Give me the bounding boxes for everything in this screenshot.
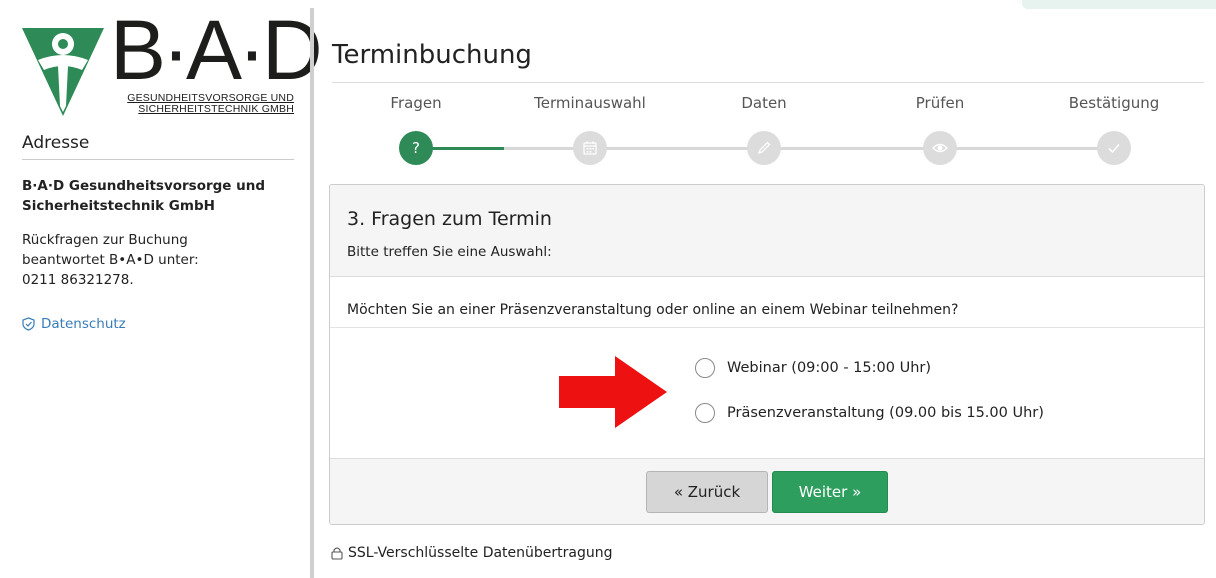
logo-subtitle-line-2: SICHERHEITSTECHNIK GMBH [138, 103, 294, 115]
step-circle-terminauswahl [573, 131, 607, 165]
question-divider [330, 327, 1204, 328]
step-label-terminauswahl: Terminauswahl [534, 94, 646, 112]
questions-panel: 3. Fragen zum Termin Bitte treffen Sie e… [329, 184, 1205, 525]
panel-subtitle: Bitte treffen Sie eine Auswahl: [347, 244, 552, 260]
ssl-notice: SSL-Verschlüsselte Datenübertragung [331, 545, 613, 561]
privacy-link[interactable]: Datenschutz [22, 316, 126, 332]
sidebar: B·A·D GESUNDHEITSVORSORGE UND SICHERHEIT… [0, 0, 323, 578]
next-button[interactable]: Weiter » [772, 471, 888, 513]
top-right-tab [1022, 0, 1216, 9]
lock-icon [331, 547, 343, 560]
title-divider [332, 82, 1204, 83]
panel-title: 3. Fragen zum Termin [347, 208, 552, 230]
option-praesenz[interactable]: Präsenzveranstaltung (09.00 bis 15.00 Uh… [695, 403, 1044, 423]
radio-webinar[interactable] [695, 358, 715, 378]
step-circle-fragen: ? [399, 131, 433, 165]
logo-subtitle: GESUNDHEITSVORSORGE UND SICHERHEITSTECHN… [110, 93, 294, 115]
shield-check-icon [22, 317, 35, 331]
question-text: Möchten Sie an einer Präsenzveranstaltun… [347, 302, 959, 318]
contact-line-2: beantwortet B•A•D unter: [22, 252, 199, 268]
contact-phone: 0211 86321278. [22, 272, 134, 288]
contact-info: Rückfragen zur Buchung beantwortet B•A•D… [22, 230, 294, 290]
step-circle-pruefen [923, 131, 957, 165]
company-name-line-2: Sicherheitstechnik GmbH [22, 198, 215, 214]
pencil-icon [757, 141, 771, 155]
vertical-divider [310, 8, 314, 578]
question-icon: ? [412, 139, 420, 157]
step-label-daten: Daten [741, 94, 787, 112]
company-name: B·A·D Gesundheitsvorsorge und Sicherheit… [22, 176, 294, 216]
privacy-link-label[interactable]: Datenschutz [41, 316, 126, 332]
option-praesenz-label[interactable]: Präsenzveranstaltung (09.00 bis 15.00 Uh… [727, 405, 1044, 421]
step-label-bestaetigung: Bestätigung [1068, 94, 1160, 112]
ssl-notice-text: SSL-Verschlüsselte Datenübertragung [348, 545, 613, 561]
red-arrow-annotation-icon [559, 356, 667, 428]
step-label-fragen: Fragen [390, 94, 442, 112]
page-title: Terminbuchung [332, 40, 532, 70]
logo-wordmark: B·A·D [110, 3, 323, 97]
option-webinar[interactable]: Webinar (09:00 - 15:00 Uhr) [695, 358, 931, 378]
step-circle-daten [747, 131, 781, 165]
panel-header: 3. Fragen zum Termin Bitte treffen Sie e… [330, 185, 1204, 277]
panel-footer: « Zurück Weiter » [330, 458, 1204, 524]
step-circle-bestaetigung [1097, 131, 1131, 165]
bad-logo-mark-icon [22, 28, 104, 116]
back-button[interactable]: « Zurück [646, 471, 768, 513]
eye-icon [932, 143, 948, 153]
calendar-icon [583, 141, 597, 155]
bad-logo: B·A·D GESUNDHEITSVORSORGE UND SICHERHEIT… [22, 8, 323, 120]
step-label-pruefen: Prüfen [915, 94, 965, 112]
option-webinar-label[interactable]: Webinar (09:00 - 15:00 Uhr) [727, 360, 931, 376]
radio-praesenz[interactable] [695, 403, 715, 423]
contact-line-1: Rückfragen zur Buchung [22, 232, 188, 248]
company-name-line-1: B·A·D Gesundheitsvorsorge und [22, 178, 266, 194]
check-icon [1108, 144, 1120, 154]
address-heading: Adresse [22, 133, 294, 160]
